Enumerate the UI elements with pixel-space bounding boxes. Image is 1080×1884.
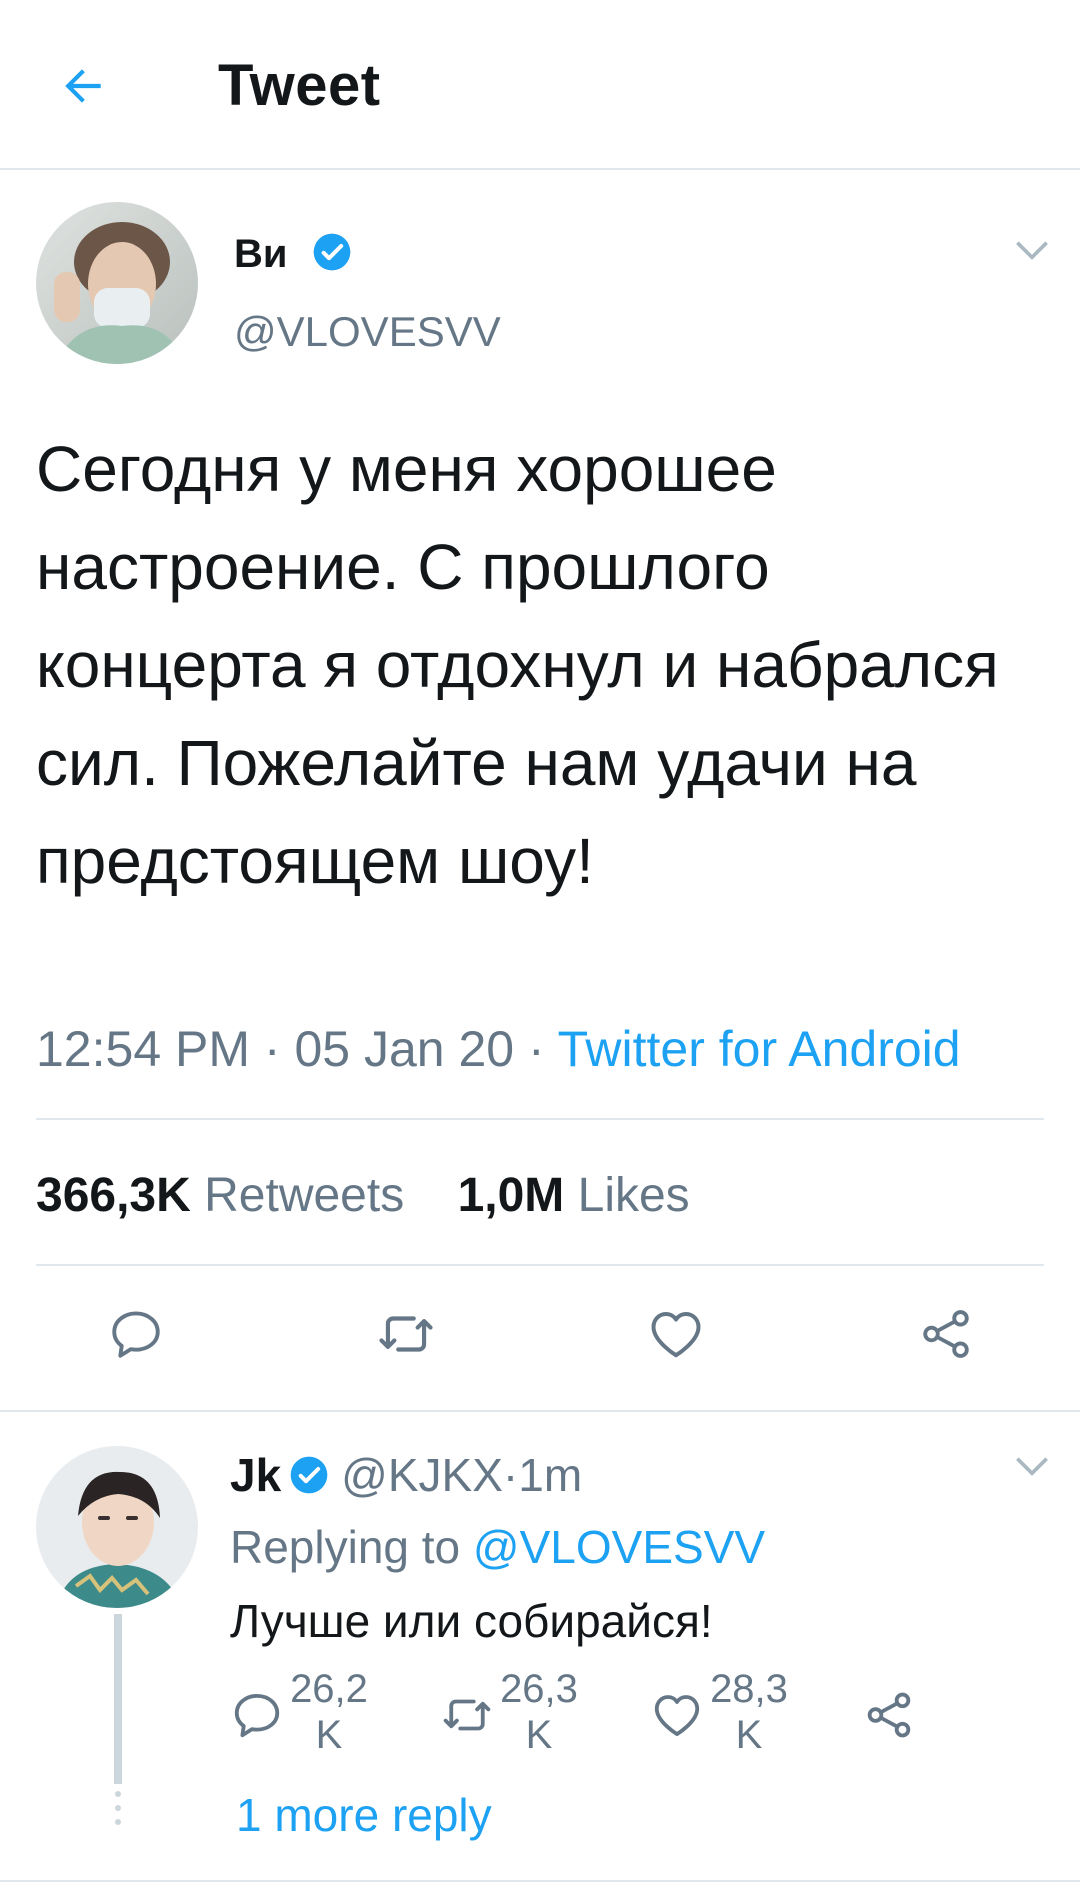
divider: [0, 1880, 1080, 1882]
arrow-left-icon: [65, 69, 101, 103]
retweet-count: 26,3 K: [494, 1666, 584, 1758]
author-handle[interactable]: @VLOVESVV: [234, 308, 501, 356]
reply-like-button[interactable]: 28,3 K: [650, 1666, 794, 1758]
reply-text: Лучше или собирайся!: [230, 1595, 713, 1647]
like-count-unit: K: [735, 1713, 763, 1757]
tweet-text: Сегодня у меня хорошее настроение. С про…: [36, 433, 999, 897]
divider: [36, 1118, 1044, 1120]
likes-count: 1,0M: [457, 1169, 565, 1222]
likes-label: Likes: [577, 1169, 690, 1222]
retweets-stat[interactable]: 366,3K Retweets: [36, 1169, 404, 1222]
more-replies-link[interactable]: 1 more reply: [236, 1788, 492, 1842]
meta-separator: ·: [502, 1449, 519, 1501]
thread-line: [114, 1614, 122, 1784]
avatar-photo: [36, 1446, 198, 1608]
replying-to-label: Replying to: [230, 1521, 473, 1573]
like-count: 28,3 K: [704, 1666, 794, 1758]
likes-stat[interactable]: 1,0M Likes: [458, 1169, 690, 1222]
retweets-count: 366,3K: [36, 1169, 191, 1222]
divider: [0, 1410, 1080, 1412]
tweet-stats: 366,3K Retweets 1,0M Likes: [36, 1168, 690, 1223]
divider: [36, 1264, 1044, 1266]
share-button[interactable]: [906, 1294, 986, 1374]
tweet-time: 12:54 PM: [36, 1021, 251, 1077]
tweet-source-link[interactable]: Twitter for Android: [558, 1021, 961, 1077]
verified-badge-icon: [290, 1456, 328, 1494]
like-count-value: 28,3: [710, 1667, 788, 1711]
meta-separator: ·: [250, 1021, 295, 1077]
reply-button[interactable]: [96, 1294, 176, 1374]
heart-icon: [654, 1695, 700, 1737]
heart-icon: [651, 1312, 701, 1358]
retweet-count-value: 26,3: [500, 1667, 578, 1711]
reply-reply-button[interactable]: 26,2 K: [230, 1666, 374, 1758]
retweet-icon: [379, 1316, 433, 1352]
like-button[interactable]: [636, 1294, 716, 1374]
retweet-icon: [443, 1699, 491, 1731]
retweet-button[interactable]: [366, 1294, 446, 1374]
author-avatar[interactable]: [36, 202, 198, 364]
reply-count: 26,2 K: [284, 1666, 374, 1758]
reply-count-unit: K: [315, 1713, 343, 1757]
chevron-down-icon[interactable]: [1010, 1444, 1054, 1488]
reply-time: 1m: [518, 1449, 583, 1501]
replying-to-handle-link[interactable]: @VLOVESVV: [473, 1521, 765, 1573]
reply-count-value: 26,2: [290, 1667, 368, 1711]
tweet-date: 05 Jan 20: [294, 1021, 515, 1077]
reply-icon: [112, 1311, 160, 1358]
share-icon: [923, 1310, 969, 1358]
back-button[interactable]: [44, 46, 124, 126]
verified-badge-icon: [313, 233, 351, 271]
retweet-count-unit: K: [525, 1713, 553, 1757]
replying-to: Replying to @VLOVESVV: [230, 1520, 765, 1574]
tweet-metadata: 12:54 PM · 05 Jan 20 · Twitter for Andro…: [36, 1020, 961, 1078]
author-name[interactable]: Ви: [234, 232, 287, 277]
reply-icon: [234, 1693, 280, 1738]
reply-header: Jk @KJKX · 1m: [230, 1448, 582, 1502]
reply-author-handle[interactable]: @KJKX: [341, 1448, 503, 1502]
meta-separator: ·: [514, 1021, 558, 1077]
reply-author-avatar[interactable]: [36, 1446, 198, 1608]
avatar-photo: [36, 202, 198, 364]
reply-author-name[interactable]: Jk: [230, 1448, 281, 1502]
share-icon[interactable]: [862, 1688, 916, 1742]
retweets-label: Retweets: [204, 1169, 405, 1222]
top-bar: [0, 0, 1080, 170]
thread-dots-icon: [115, 1791, 121, 1825]
chevron-down-icon[interactable]: [1010, 228, 1054, 272]
page-title: Tweet: [218, 53, 381, 118]
reply-retweet-button[interactable]: 26,3 K: [440, 1666, 584, 1758]
